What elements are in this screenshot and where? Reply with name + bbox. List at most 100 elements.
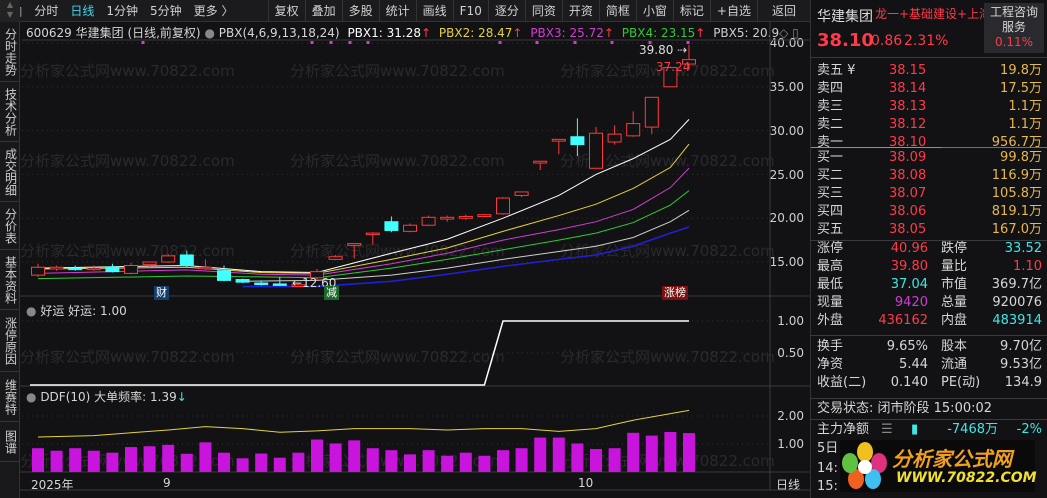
ddf-bar xyxy=(87,450,100,472)
ddf-bar xyxy=(627,432,640,472)
ddf-bar xyxy=(106,452,119,472)
candle-body xyxy=(105,266,120,273)
quote-panel: 华建集团 龙一+基础建设+上海国 工程咨询服务 0.11% 38.10 0.86… xyxy=(810,0,1047,498)
ddf-line xyxy=(37,409,690,438)
bid-volume: 116.9万 xyxy=(991,168,1042,183)
ddf-bar xyxy=(273,457,286,472)
candle-body xyxy=(440,216,455,220)
tag-cai[interactable]: 财 xyxy=(154,286,169,300)
fund-label: 股本 xyxy=(941,339,968,354)
candle-body xyxy=(31,266,45,276)
ask-price: 38.14 xyxy=(889,81,927,96)
ask-price: 38.13 xyxy=(889,99,927,114)
quote-row: 卖二 38.12 1.1万 xyxy=(811,116,1047,134)
ddf-bar xyxy=(441,455,454,472)
ddf-bar xyxy=(478,455,491,472)
candle-body xyxy=(235,279,250,283)
bid-volume: 99.8万 xyxy=(1000,150,1042,165)
stat-label: 涨停 xyxy=(817,241,844,256)
main-net-pct: -2% xyxy=(1016,422,1042,437)
main-net-value: -7468万 xyxy=(947,422,998,437)
ask-label: 卖四 xyxy=(817,81,844,96)
list-icon[interactable]: ☰ xyxy=(881,421,893,439)
candle-body xyxy=(421,216,436,226)
candle-body xyxy=(477,214,492,217)
ask-volume: 19.8万 xyxy=(1000,63,1042,78)
stat-label: 量比 xyxy=(941,259,968,274)
ddf-bar xyxy=(459,452,472,472)
fund-label: 换手 xyxy=(817,339,844,354)
ask-price: 38.12 xyxy=(889,117,927,132)
ddf-bar xyxy=(143,446,156,472)
stat-label: 外盘 xyxy=(817,313,844,328)
fund-label: 收益(二) xyxy=(817,375,867,390)
logo-title: 分析家公式网 xyxy=(892,447,1012,471)
five-day-label: 5日 xyxy=(817,441,839,456)
ddf-bar xyxy=(590,449,602,472)
quote-row: 涨停 40.96 跌停 33.52 xyxy=(811,240,1047,258)
quote-row: 现量 9420 总量 920076 xyxy=(811,294,1047,312)
stat-value: 369.7亿 xyxy=(991,277,1042,292)
ddf-bar xyxy=(125,447,137,472)
ddf-bar xyxy=(311,439,323,472)
ddf-bar xyxy=(199,442,212,472)
candle-body xyxy=(86,267,101,271)
ddf-bar xyxy=(645,435,658,472)
arrow-right-icon: ⇢ xyxy=(677,43,688,57)
signal-dot xyxy=(573,41,577,44)
bid-price: 38.07 xyxy=(889,186,927,201)
industry-name: 工程咨询服务 xyxy=(989,5,1038,34)
tag-jian[interactable]: 减 xyxy=(324,286,339,300)
concept-ticker[interactable]: 龙一+基础建设+上海国 xyxy=(875,5,985,22)
logo-url: WWW.70822.COM xyxy=(896,470,1037,486)
candle-body xyxy=(384,221,399,231)
candle-body xyxy=(254,282,269,286)
ddf-bar xyxy=(69,448,82,472)
ddf-bar xyxy=(515,448,528,472)
fund-value: 9.53亿 xyxy=(1000,357,1042,372)
ask-label: 卖三 xyxy=(817,99,844,114)
haoyun-line xyxy=(30,320,689,386)
quote-row: 净资 5.44 流通 9.53亿 xyxy=(811,356,1047,374)
stat-value: 33.52 xyxy=(1004,241,1042,256)
time-label: 14: xyxy=(817,461,838,476)
ask-volume: 1.1万 xyxy=(1008,117,1042,132)
price-change: 0.86 xyxy=(871,33,903,49)
bid-price: 38.05 xyxy=(889,222,927,237)
stat-value: 9420 xyxy=(894,295,928,310)
stat-value: 40.96 xyxy=(890,241,928,256)
industry-badge[interactable]: 工程咨询服务 0.11% xyxy=(984,3,1044,53)
signal-dot xyxy=(348,41,352,44)
ask-volume: 1.1万 xyxy=(1008,99,1042,114)
high-price: 39.80 xyxy=(639,43,674,57)
ddf-bar xyxy=(552,437,565,472)
stat-label: 内盘 xyxy=(941,313,968,328)
bid-volume: 105.8万 xyxy=(991,186,1042,201)
candle-body xyxy=(570,136,585,146)
bid-label: 买二 xyxy=(817,168,844,183)
ddf-bar xyxy=(422,450,435,472)
signal-dot xyxy=(310,41,314,44)
candle-body xyxy=(365,232,380,236)
ddf-bar xyxy=(292,452,305,472)
bid-label: 买四 xyxy=(817,204,844,219)
ddf-bar xyxy=(664,431,677,472)
ask-volume: 17.5万 xyxy=(1000,81,1042,96)
tag-zhangbang[interactable]: 涨榜 xyxy=(662,286,688,300)
signal-dot xyxy=(141,41,145,44)
stat-value: 37.04 xyxy=(890,277,928,292)
bid-price: 38.09 xyxy=(889,150,927,165)
candle-body xyxy=(458,215,473,219)
ask-label: 卖五 ¥ xyxy=(817,63,856,78)
candle-body xyxy=(328,256,343,260)
quote-row: 收益(二) 0.140 PE(动) 134.9 xyxy=(811,374,1047,392)
bid-label: 买五 xyxy=(817,222,844,237)
ddf-bar xyxy=(255,453,268,472)
ddf-bar xyxy=(404,454,416,472)
ma-line-pbx5 xyxy=(242,209,690,282)
trade-status: 交易状态: 闭市阶段 15:00:02 xyxy=(817,401,993,416)
bid-label: 买三 xyxy=(817,186,844,201)
stat-value: 436162 xyxy=(878,313,928,328)
quote-row: 买二 38.08 116.9万 xyxy=(811,167,1047,185)
ddf-bar xyxy=(497,450,509,472)
